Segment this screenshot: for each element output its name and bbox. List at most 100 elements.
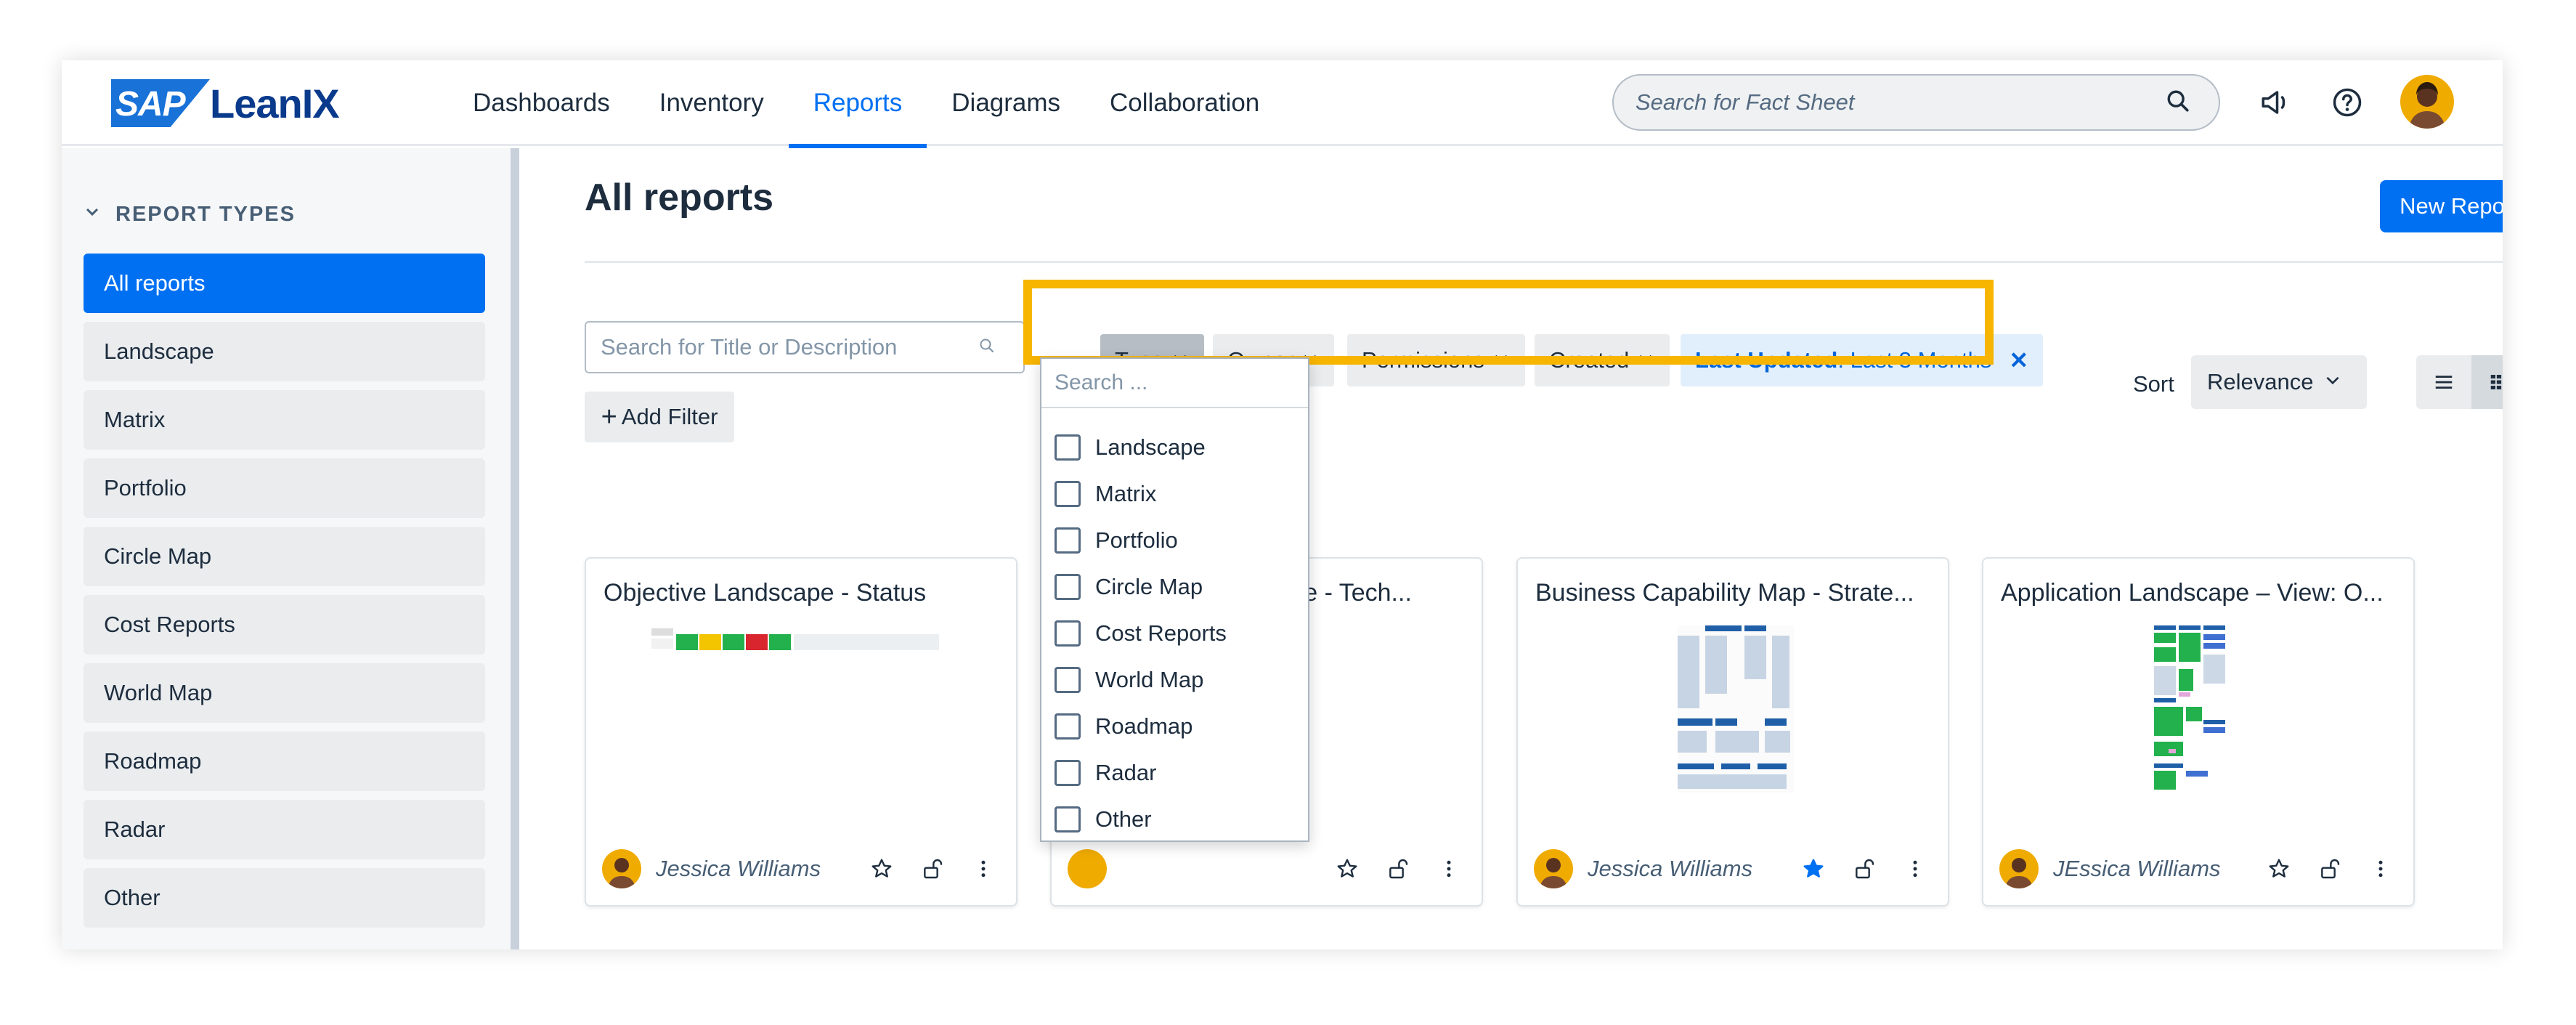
logo-sap-mark: SAP: [111, 79, 210, 127]
type-option-label: Radar: [1095, 760, 1157, 785]
report-card-footer: [1068, 847, 1468, 891]
dropdown-search-input[interactable]: [1055, 370, 1287, 395]
report-card-footer: Jessica Williams: [1534, 847, 1935, 891]
sidebar-item-all-reports[interactable]: All reports: [84, 254, 485, 313]
sort-select[interactable]: Relevance: [2191, 355, 2367, 409]
type-option-cost-reports[interactable]: Cost Reports: [1055, 610, 1227, 657]
new-report-button[interactable]: New Report: [2380, 180, 2503, 232]
nav-dashboards[interactable]: Dashboards: [448, 60, 635, 146]
sidebar-item-matrix[interactable]: Matrix: [84, 390, 485, 450]
megaphone-icon[interactable]: [2256, 84, 2293, 121]
sidebar-item-portfolio[interactable]: Portfolio: [84, 458, 485, 518]
report-card-title[interactable]: Application Landscape – View: O...: [2001, 579, 2404, 607]
main-content: All reports New Report Type Owner Permis…: [519, 148, 2503, 949]
sort-value: Relevance: [2207, 369, 2314, 394]
list-view-icon[interactable]: [2416, 355, 2471, 409]
nav-diagrams[interactable]: Diagrams: [927, 60, 1085, 146]
star-filled-icon[interactable]: [1794, 849, 1833, 888]
view-toggle: [2416, 355, 2503, 409]
report-search-input[interactable]: [601, 334, 978, 360]
sap-leanix-logo[interactable]: SAP LeanIX: [111, 78, 340, 129]
type-option-roadmap[interactable]: Roadmap: [1055, 703, 1227, 750]
chevron-down-icon: [2323, 369, 2342, 395]
sidebar-item-circle-map[interactable]: Circle Map: [84, 527, 485, 586]
star-icon[interactable]: [1328, 849, 1367, 888]
nav-reports[interactable]: Reports: [788, 60, 927, 148]
report-card[interactable]: Business Capability Map - Strate... Jess…: [1516, 557, 1949, 907]
help-icon[interactable]: [2329, 84, 2365, 121]
dropdown-search: [1041, 359, 1308, 408]
add-filter-button[interactable]: + Add Filter: [585, 392, 734, 442]
report-card-title[interactable]: Objective Landscape - Status: [604, 579, 1007, 607]
checkbox[interactable]: [1055, 574, 1081, 600]
unlock-icon[interactable]: [913, 849, 952, 888]
report-card-footer: JEssica Williams: [1999, 847, 2400, 891]
page-title: All reports: [585, 177, 774, 219]
checkbox[interactable]: [1055, 806, 1081, 832]
user-avatar[interactable]: [2400, 75, 2454, 129]
owner-avatar: [1068, 849, 1107, 888]
owner-avatar: [1999, 849, 2039, 888]
type-option-label: Cost Reports: [1095, 620, 1227, 646]
search-icon[interactable]: [978, 337, 996, 358]
checkbox[interactable]: [1055, 667, 1081, 693]
type-option-label: Roadmap: [1095, 713, 1193, 739]
type-option-circle-map[interactable]: Circle Map: [1055, 564, 1227, 610]
report-thumbnail: [1678, 625, 1794, 796]
sidebar-item-radar[interactable]: Radar: [84, 800, 485, 859]
sidebar-item-cost-reports[interactable]: Cost Reports: [84, 595, 485, 655]
unlock-icon[interactable]: [1378, 849, 1418, 888]
report-types-heading-label: REPORT TYPES: [115, 203, 296, 226]
owner-avatar: [602, 849, 641, 888]
type-option-label: Landscape: [1095, 434, 1206, 460]
unlock-icon[interactable]: [1845, 849, 1884, 888]
grid-view-icon[interactable]: [2471, 355, 2503, 409]
checkbox[interactable]: [1055, 760, 1081, 786]
type-option-label: World Map: [1095, 667, 1204, 692]
more-options-icon[interactable]: [1429, 849, 1468, 888]
checkbox[interactable]: [1055, 527, 1081, 554]
checkbox[interactable]: [1055, 434, 1081, 461]
type-option-landscape[interactable]: Landscape: [1055, 424, 1227, 471]
report-thumbnail: [2154, 625, 2248, 796]
more-options-icon[interactable]: [1896, 849, 1935, 888]
sort-label: Sort: [2133, 371, 2174, 397]
sidebar-item-roadmap[interactable]: Roadmap: [84, 732, 485, 791]
close-icon[interactable]: ✕: [2009, 347, 2028, 374]
plus-icon: +: [601, 401, 617, 432]
sidebar-resize-handle[interactable]: [511, 148, 519, 949]
checkbox[interactable]: [1055, 620, 1081, 647]
owner-name: Jessica Williams: [656, 856, 821, 881]
report-card-title[interactable]: Business Capability Map - Strate...: [1535, 579, 1938, 607]
more-options-icon[interactable]: [964, 849, 1003, 888]
type-option-matrix[interactable]: Matrix: [1055, 471, 1227, 517]
main-nav: Dashboards Inventory Reports Diagrams Co…: [448, 60, 1284, 148]
more-options-icon[interactable]: [2361, 849, 2400, 888]
report-card[interactable]: Application Landscape – View: O... JEssi…: [1982, 557, 2415, 907]
owner-avatar: [1534, 849, 1573, 888]
type-option-world-map[interactable]: World Map: [1055, 657, 1227, 703]
type-option-radar[interactable]: Radar: [1055, 750, 1227, 796]
checkbox[interactable]: [1055, 713, 1081, 740]
type-option-portfolio[interactable]: Portfolio: [1055, 517, 1227, 564]
checkbox[interactable]: [1055, 481, 1081, 507]
type-option-other[interactable]: Other: [1055, 796, 1227, 843]
report-types-sidebar: REPORT TYPES All reports Landscape Matri…: [62, 148, 511, 949]
title-divider: [585, 261, 2503, 263]
sidebar-item-landscape[interactable]: Landscape: [84, 322, 485, 381]
nav-collaboration[interactable]: Collaboration: [1085, 60, 1284, 146]
unlock-icon[interactable]: [2310, 849, 2349, 888]
star-icon[interactable]: [862, 849, 901, 888]
fact-sheet-search-input[interactable]: [1636, 89, 2166, 116]
type-option-label: Portfolio: [1095, 527, 1178, 553]
report-types-heading[interactable]: REPORT TYPES: [84, 203, 296, 227]
sidebar-item-world-map[interactable]: World Map: [84, 663, 485, 723]
report-search: [585, 321, 1025, 373]
search-icon[interactable]: [2166, 89, 2190, 117]
filters-highlight-box: [1023, 280, 1994, 365]
star-icon[interactable]: [2259, 849, 2299, 888]
report-card[interactable]: Objective Landscape - Status Jessica Wil…: [585, 557, 1017, 907]
chevron-down-icon: [84, 203, 101, 227]
nav-inventory[interactable]: Inventory: [635, 60, 789, 146]
sidebar-item-other[interactable]: Other: [84, 868, 485, 928]
